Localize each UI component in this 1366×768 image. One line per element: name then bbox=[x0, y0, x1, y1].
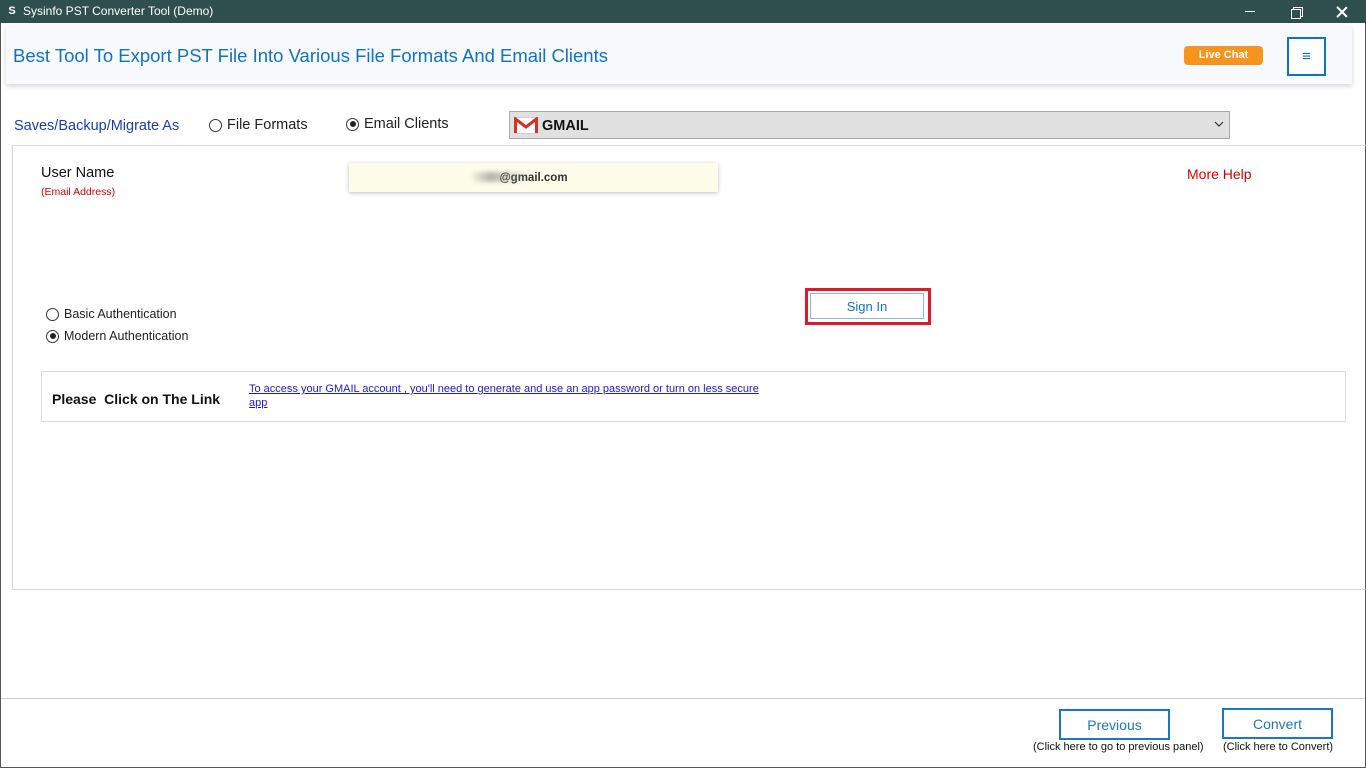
restore-button[interactable] bbox=[1273, 0, 1319, 23]
file-formats-label: File Formats bbox=[227, 117, 308, 133]
selected-client: GMAIL bbox=[542, 118, 589, 134]
minimize-button[interactable] bbox=[1227, 0, 1273, 23]
modern-auth-radio[interactable]: Modern Authentication bbox=[46, 329, 188, 343]
more-help-link[interactable]: More Help bbox=[1187, 166, 1252, 182]
email-field[interactable] bbox=[349, 163, 718, 192]
redacted-username bbox=[472, 172, 528, 182]
email-client-select[interactable]: GMAIL bbox=[509, 111, 1230, 139]
menu-button[interactable]: ≡ bbox=[1287, 37, 1326, 76]
previous-hint: (Click here to go to previous panel) bbox=[1033, 741, 1204, 753]
close-button[interactable] bbox=[1319, 0, 1365, 23]
close-icon bbox=[1336, 6, 1348, 18]
convert-hint: (Click here to Convert) bbox=[1223, 741, 1334, 753]
main-panel bbox=[12, 145, 1366, 590]
gmail-icon bbox=[514, 117, 538, 134]
page-title: Best Tool To Export PST File Into Variou… bbox=[13, 45, 608, 66]
file-formats-radio[interactable]: File Formats bbox=[209, 117, 308, 133]
radio-circle[interactable] bbox=[46, 307, 59, 321]
basic-auth-radio[interactable]: Basic Authentication bbox=[46, 307, 177, 321]
email-clients-label: Email Clients bbox=[364, 116, 449, 132]
basic-auth-label: Basic Authentication bbox=[64, 307, 177, 321]
link-box: Please Click on The Link To access your … bbox=[41, 371, 1346, 422]
minimize-icon bbox=[1245, 11, 1255, 12]
window-title: Sysinfo PST Converter Tool (Demo) bbox=[23, 4, 214, 18]
user-name-label: User Name bbox=[41, 165, 115, 181]
title-bar: S Sysinfo PST Converter Tool (Demo) bbox=[0, 0, 1366, 23]
app-icon: S bbox=[8, 5, 16, 17]
radio-circle-checked[interactable] bbox=[46, 329, 59, 343]
header-banner: Best Tool To Export PST File Into Variou… bbox=[6, 26, 1352, 84]
restore-icon bbox=[1291, 6, 1303, 19]
live-chat-button[interactable]: Live Chat bbox=[1184, 46, 1263, 65]
hamburger-icon: ≡ bbox=[1302, 48, 1311, 65]
email-clients-radio[interactable]: Email Clients bbox=[346, 116, 449, 132]
sign-in-button[interactable]: Sign In bbox=[810, 293, 924, 319]
footer-divider bbox=[1, 698, 1365, 699]
convert-button[interactable]: Convert bbox=[1222, 708, 1333, 739]
app-password-link[interactable]: To access your GMAIL account , you'll ne… bbox=[249, 382, 759, 410]
previous-button[interactable]: Previous bbox=[1059, 709, 1170, 740]
chevron-down-icon bbox=[1214, 121, 1224, 127]
radio-circle-checked[interactable] bbox=[346, 117, 359, 131]
saves-label: Saves/Backup/Migrate As bbox=[14, 118, 180, 134]
link-box-label: Please Click on The Link bbox=[52, 391, 221, 407]
modern-auth-label: Modern Authentication bbox=[64, 329, 189, 343]
email-address-hint: (Email Address) bbox=[41, 186, 116, 198]
radio-circle[interactable] bbox=[209, 118, 222, 132]
